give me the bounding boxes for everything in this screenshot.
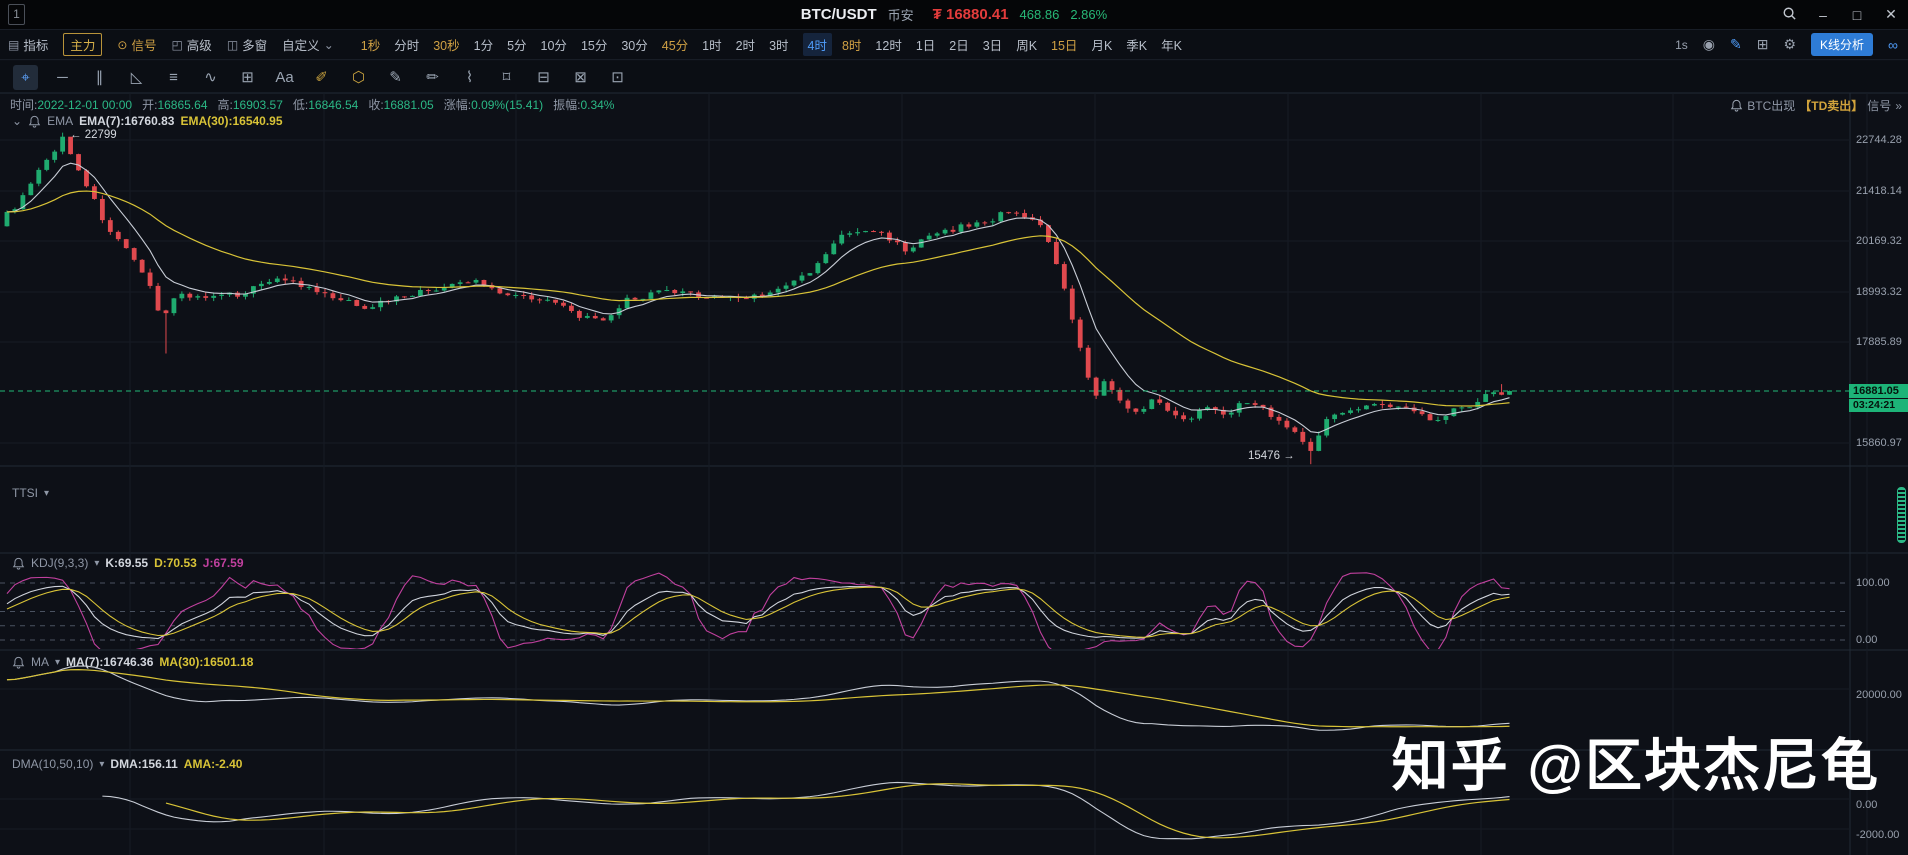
- info-value: 16881.05: [383, 98, 434, 112]
- info-label: 开:: [142, 98, 158, 112]
- kdj-label: KDJ(9,3,3): [31, 556, 89, 570]
- ttsi-legend[interactable]: TTSI ▾: [12, 486, 49, 500]
- axis-tick-label: 22744.28: [1856, 134, 1902, 146]
- signal-alert[interactable]: BTC出现 【TD卖出】 信号 »: [1730, 97, 1902, 114]
- kdj-d-value: D:70.53: [154, 556, 197, 570]
- dma-legend[interactable]: DMA(10,50,10) ▾ DMA:156.11 AMA:-2.40: [12, 757, 242, 771]
- info-value: 0.34%: [580, 98, 615, 112]
- alert-more-icon[interactable]: »: [1895, 99, 1902, 113]
- ma7-value: MA(7):16746.36: [66, 655, 154, 669]
- info-label: 振幅:: [553, 98, 581, 112]
- scrollbar-thumb[interactable]: [1897, 487, 1906, 543]
- axis-tick-label: -2000.00: [1856, 829, 1900, 841]
- ema-label: EMA: [47, 114, 74, 128]
- axis-tick-label: 18993.32: [1856, 286, 1902, 298]
- info-value: 0.09%(15.41): [471, 98, 544, 112]
- axis-tick-label: 17885.89: [1856, 336, 1902, 348]
- axis-tick-label: 100.00: [1856, 577, 1890, 589]
- ohlc-info-bar: 时间:2022-12-01 00:00 开:16865.64 高:16903.57 低…: [10, 96, 624, 113]
- alert-text-prefix: BTC出现: [1747, 99, 1796, 113]
- kdj-legend[interactable]: KDJ(9,3,3) ▾ K:69.55 D:70.53 J:67.59: [12, 556, 244, 570]
- alert-text-suffix: 信号: [1867, 99, 1892, 113]
- dma-dropdown-icon[interactable]: ▾: [99, 759, 104, 770]
- info-value: 16846.54: [308, 98, 359, 112]
- info-label: 时间:: [10, 98, 38, 112]
- bell-icon: [12, 656, 25, 669]
- axis-tick-label: 20000.00: [1856, 689, 1902, 701]
- bell-icon: [12, 557, 25, 570]
- ema-legend[interactable]: ⌄ EMA EMA(7):16760.83 EMA(30):16540.95: [12, 114, 283, 128]
- bell-icon: [28, 115, 41, 128]
- ama-value: AMA:-2.40: [183, 757, 243, 771]
- kdj-k-value: K:69.55: [105, 556, 149, 570]
- alert-highlight: 【TD卖出】: [1799, 99, 1864, 113]
- info-label: 收:: [368, 98, 384, 112]
- annotation-high: ← 22799: [70, 129, 117, 141]
- info-value: 16865.64: [157, 98, 208, 112]
- collapse-chevron-icon[interactable]: ⌄: [12, 114, 22, 128]
- dma-value: DMA:156.11: [110, 757, 178, 771]
- ma-dropdown-icon[interactable]: ▾: [55, 657, 60, 668]
- kdj-j-value: J:67.59: [202, 556, 244, 570]
- axis-tick-label: 21418.14: [1856, 185, 1902, 197]
- info-label: 高:: [217, 98, 233, 112]
- ema30-value: EMA(30):16540.95: [180, 114, 283, 128]
- ttsi-dropdown-icon[interactable]: ▾: [44, 488, 49, 499]
- kdj-dropdown-icon[interactable]: ▾: [94, 558, 99, 569]
- axis-tick-label: 0.00: [1856, 634, 1878, 646]
- dma-label: DMA(10,50,10): [12, 757, 94, 771]
- ma30-value: MA(30):16501.18: [159, 655, 254, 669]
- candle-countdown-badge: 03:24:21: [1849, 399, 1908, 412]
- ema7-value: EMA(7):16760.83: [79, 114, 175, 128]
- info-label: 低:: [292, 98, 309, 112]
- info-value: 2022-12-01 00:00: [37, 98, 133, 112]
- watermark: 知乎 @区块杰尼龟: [1391, 734, 1880, 798]
- annotation-low: 15476 →: [1248, 450, 1295, 462]
- current-price-badge: 16881.05: [1849, 384, 1908, 398]
- ma-legend[interactable]: MA ▾ MA(7):16746.36 MA(30):16501.18: [12, 655, 253, 669]
- axis-tick-label: 20169.32: [1856, 235, 1902, 247]
- ma-label: MA: [31, 655, 49, 669]
- axis-tick-label: 15860.97: [1856, 437, 1902, 449]
- info-value: 16903.57: [232, 98, 283, 112]
- info-label: 涨幅:: [443, 98, 472, 112]
- ttsi-label: TTSI: [12, 486, 38, 500]
- alert-bell-icon: [1731, 99, 1743, 112]
